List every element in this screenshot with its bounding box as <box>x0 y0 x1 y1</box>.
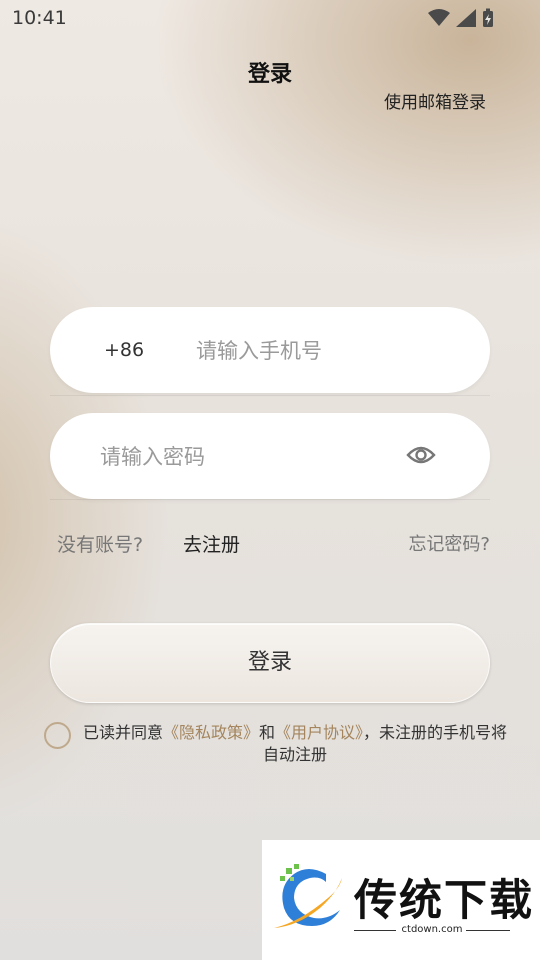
watermark-logo-icon <box>274 864 342 928</box>
cellular-signal-icon <box>456 9 476 27</box>
no-account-text: 没有账号? <box>57 534 144 556</box>
watermark: 传统下载 ctdown.com <box>262 840 540 960</box>
phone-divider <box>50 395 490 396</box>
password-input[interactable] <box>98 439 402 475</box>
agreement-checkbox[interactable] <box>44 722 71 749</box>
eye-icon[interactable] <box>406 442 436 468</box>
status-bar: 10:41 <box>0 0 540 36</box>
agreement-prefix: 已读并同意 <box>82 723 163 742</box>
agreement-text: 已读并同意《隐私政策》和《用户协议》，未注册的手机号将自动注册 <box>80 722 510 766</box>
phone-input[interactable] <box>194 333 458 369</box>
forgot-password-link[interactable]: 忘记密码? <box>408 530 490 556</box>
status-time: 10:41 <box>12 7 67 29</box>
email-login-link[interactable]: 使用邮箱登录 <box>384 88 486 113</box>
watermark-title: 传统下载 <box>354 876 534 926</box>
country-code-selector[interactable]: +86 <box>104 339 144 361</box>
password-field <box>50 413 490 499</box>
privacy-policy-link[interactable]: 《隐私政策》 <box>163 723 259 742</box>
user-agreement-link[interactable]: 《用户协议》 <box>275 723 363 742</box>
wifi-icon <box>428 9 450 26</box>
battery-charging-icon <box>483 8 493 27</box>
register-link[interactable]: 去注册 <box>183 530 240 557</box>
password-divider <box>50 499 490 500</box>
watermark-line-right <box>466 930 510 931</box>
account-links: 没有账号? 去注册 忘记密码? <box>0 530 540 560</box>
agreement-and: 和 <box>258 723 275 742</box>
phone-field: +86 <box>50 307 490 393</box>
page-title: 登录 <box>247 62 292 87</box>
login-button[interactable]: 登录 <box>50 623 490 703</box>
